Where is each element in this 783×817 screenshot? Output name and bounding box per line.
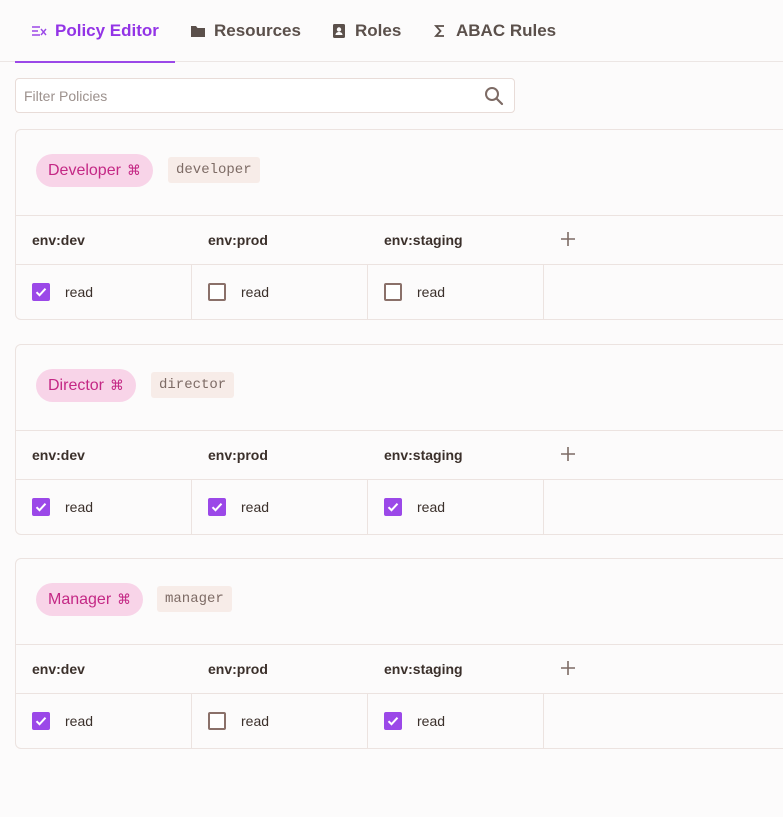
- policy-card-manager: Manager ⌘ manager env:dev env:prod env:s…: [15, 558, 783, 749]
- filter-box: [15, 78, 515, 113]
- role-key: manager: [157, 586, 232, 612]
- permission-checkbox[interactable]: [208, 712, 226, 730]
- role-key: director: [151, 372, 235, 398]
- column-header: env:staging: [384, 447, 463, 463]
- column-header: env:dev: [32, 661, 85, 677]
- role-pill[interactable]: Director ⌘: [36, 369, 137, 402]
- permission-label: read: [417, 284, 446, 300]
- roles-icon: [331, 23, 347, 39]
- permission-checkbox[interactable]: [384, 712, 402, 730]
- command-icon: ⌘: [126, 162, 141, 178]
- tab-policy-editor[interactable]: Policy Editor: [15, 0, 175, 63]
- permission-checkbox[interactable]: [384, 498, 402, 516]
- permission-checkbox[interactable]: [384, 283, 402, 301]
- role-pill[interactable]: Developer ⌘: [36, 154, 153, 187]
- add-column-icon[interactable]: [560, 446, 576, 462]
- add-column-icon[interactable]: [560, 231, 576, 247]
- permission-label: read: [241, 499, 270, 515]
- folder-icon: [190, 23, 206, 39]
- permission-label: read: [241, 284, 270, 300]
- permission-label: read: [65, 499, 94, 515]
- policy-card-developer: Developer ⌘ developer env:dev env:prod e…: [15, 129, 783, 320]
- tab-roles[interactable]: Roles: [331, 0, 401, 62]
- permission-cell: read: [192, 694, 368, 748]
- permission-cell: read: [368, 265, 544, 319]
- permission-cell: read: [16, 265, 192, 319]
- column-header: env:dev: [32, 447, 85, 463]
- column-header: env:prod: [208, 661, 268, 677]
- tab-label: Roles: [355, 21, 402, 40]
- permission-label: read: [65, 284, 94, 300]
- permission-cell: read: [16, 480, 192, 534]
- column-header: env:prod: [208, 232, 268, 248]
- permission-checkbox[interactable]: [32, 283, 50, 301]
- role-name: Manager: [48, 590, 112, 608]
- permission-cell: read: [192, 480, 368, 534]
- command-icon: ⌘: [110, 377, 125, 393]
- add-column-icon[interactable]: [560, 660, 576, 676]
- permission-checkbox[interactable]: [208, 283, 226, 301]
- policy-editor-icon: [31, 23, 47, 39]
- permission-label: read: [65, 713, 94, 729]
- permission-checkbox[interactable]: [208, 498, 226, 516]
- permission-cell: read: [368, 480, 544, 534]
- role-name: Developer: [48, 161, 121, 179]
- tab-label: ABAC Rules: [456, 21, 557, 40]
- permission-cell: read: [192, 265, 368, 319]
- tab-label: Policy Editor: [55, 21, 159, 40]
- column-header: env:staging: [384, 661, 463, 677]
- permission-label: read: [241, 713, 270, 729]
- filter-input[interactable]: [16, 79, 476, 112]
- tab-label: Resources: [214, 21, 301, 40]
- tab-resources[interactable]: Resources: [190, 0, 301, 62]
- column-header: env:dev: [32, 232, 85, 248]
- search-icon[interactable]: [484, 86, 504, 106]
- permission-cell: read: [368, 694, 544, 748]
- permission-label: read: [417, 713, 446, 729]
- policy-card-director: Director ⌘ director env:dev env:prod env…: [15, 344, 783, 535]
- permission-checkbox[interactable]: [32, 712, 50, 730]
- column-header: env:staging: [384, 232, 463, 248]
- role-key: developer: [168, 157, 260, 183]
- tab-bar: Policy Editor Resources Roles ABAC Rules: [0, 0, 783, 63]
- permission-label: read: [417, 499, 446, 515]
- permission-cell: read: [16, 694, 192, 748]
- command-icon: ⌘: [117, 591, 132, 607]
- sigma-icon: [432, 23, 448, 39]
- role-pill[interactable]: Manager ⌘: [36, 583, 144, 616]
- role-name: Director: [48, 376, 105, 394]
- permission-checkbox[interactable]: [32, 498, 50, 516]
- tab-abac-rules[interactable]: ABAC Rules: [432, 0, 556, 62]
- column-header: env:prod: [208, 447, 268, 463]
